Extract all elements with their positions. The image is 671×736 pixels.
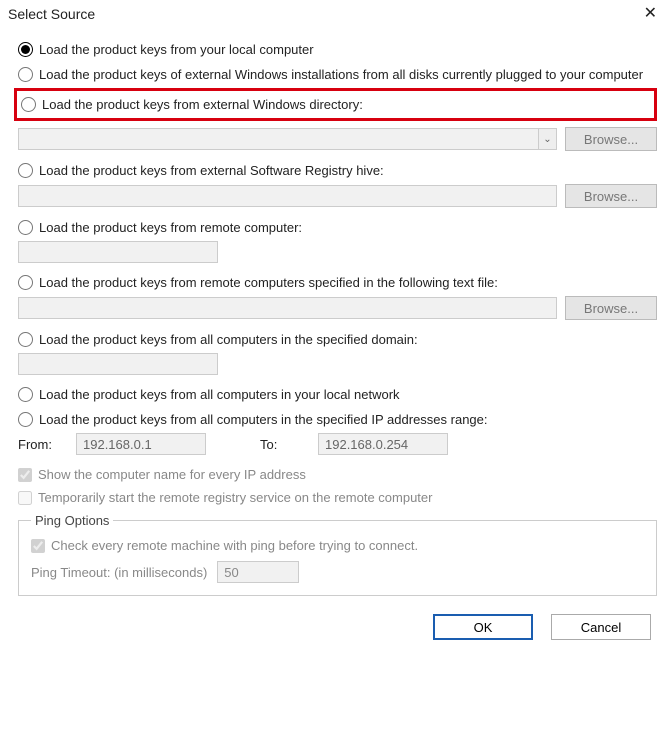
ip-to-input[interactable] bbox=[318, 433, 448, 455]
radio-remote-file-label: Load the product keys from remote comput… bbox=[39, 275, 498, 290]
external-directory-combo[interactable]: ⌄ bbox=[18, 128, 557, 150]
external-directory-value bbox=[19, 129, 538, 149]
radio-local-network[interactable] bbox=[18, 387, 33, 402]
radio-ip-range-label: Load the product keys from all computers… bbox=[39, 412, 488, 427]
radio-domain-label: Load the product keys from all computers… bbox=[39, 332, 418, 347]
close-icon[interactable]: ✕ bbox=[640, 6, 661, 22]
radio-all-disks-label: Load the product keys of external Window… bbox=[39, 67, 643, 82]
radio-remote-file[interactable] bbox=[18, 275, 33, 290]
radio-ip-range[interactable] bbox=[18, 412, 33, 427]
window-title: Select Source bbox=[8, 6, 95, 22]
remote-computer-input[interactable] bbox=[18, 241, 218, 263]
check-temp-remote-registry-label: Temporarily start the remote registry se… bbox=[38, 490, 432, 505]
check-ping-before-connect[interactable] bbox=[31, 539, 45, 553]
radio-registry-hive-label: Load the product keys from external Soft… bbox=[39, 163, 384, 178]
ping-options-legend: Ping Options bbox=[31, 513, 113, 528]
ok-button[interactable]: OK bbox=[433, 614, 533, 640]
ip-from-input[interactable] bbox=[76, 433, 206, 455]
radio-external-directory[interactable] bbox=[21, 97, 36, 112]
highlighted-option: Load the product keys from external Wind… bbox=[14, 88, 657, 121]
radio-registry-hive[interactable] bbox=[18, 163, 33, 178]
check-temp-remote-registry[interactable] bbox=[18, 491, 32, 505]
check-ping-before-connect-label: Check every remote machine with ping bef… bbox=[51, 538, 418, 553]
domain-input[interactable] bbox=[18, 353, 218, 375]
ping-options-group: Ping Options Check every remote machine … bbox=[18, 513, 657, 596]
radio-external-directory-label: Load the product keys from external Wind… bbox=[42, 97, 363, 112]
check-show-computer-name[interactable] bbox=[18, 468, 32, 482]
ip-to-label: To: bbox=[260, 437, 304, 452]
browse-registry-hive-button[interactable]: Browse... bbox=[565, 184, 657, 208]
browse-remote-file-button[interactable]: Browse... bbox=[565, 296, 657, 320]
radio-remote-computer[interactable] bbox=[18, 220, 33, 235]
ping-timeout-input[interactable] bbox=[217, 561, 299, 583]
radio-local-network-label: Load the product keys from all computers… bbox=[39, 387, 400, 402]
remote-file-input[interactable] bbox=[18, 297, 557, 319]
browse-external-directory-button[interactable]: Browse... bbox=[565, 127, 657, 151]
cancel-button[interactable]: Cancel bbox=[551, 614, 651, 640]
ip-from-label: From: bbox=[18, 437, 62, 452]
check-show-computer-name-label: Show the computer name for every IP addr… bbox=[38, 467, 306, 482]
radio-all-disks[interactable] bbox=[18, 67, 33, 82]
radio-domain[interactable] bbox=[18, 332, 33, 347]
registry-hive-input[interactable] bbox=[18, 185, 557, 207]
radio-local-computer-label: Load the product keys from your local co… bbox=[39, 42, 314, 57]
chevron-down-icon[interactable]: ⌄ bbox=[538, 129, 556, 149]
radio-local-computer[interactable] bbox=[18, 42, 33, 57]
ping-timeout-label: Ping Timeout: (in milliseconds) bbox=[31, 565, 207, 580]
radio-remote-computer-label: Load the product keys from remote comput… bbox=[39, 220, 302, 235]
